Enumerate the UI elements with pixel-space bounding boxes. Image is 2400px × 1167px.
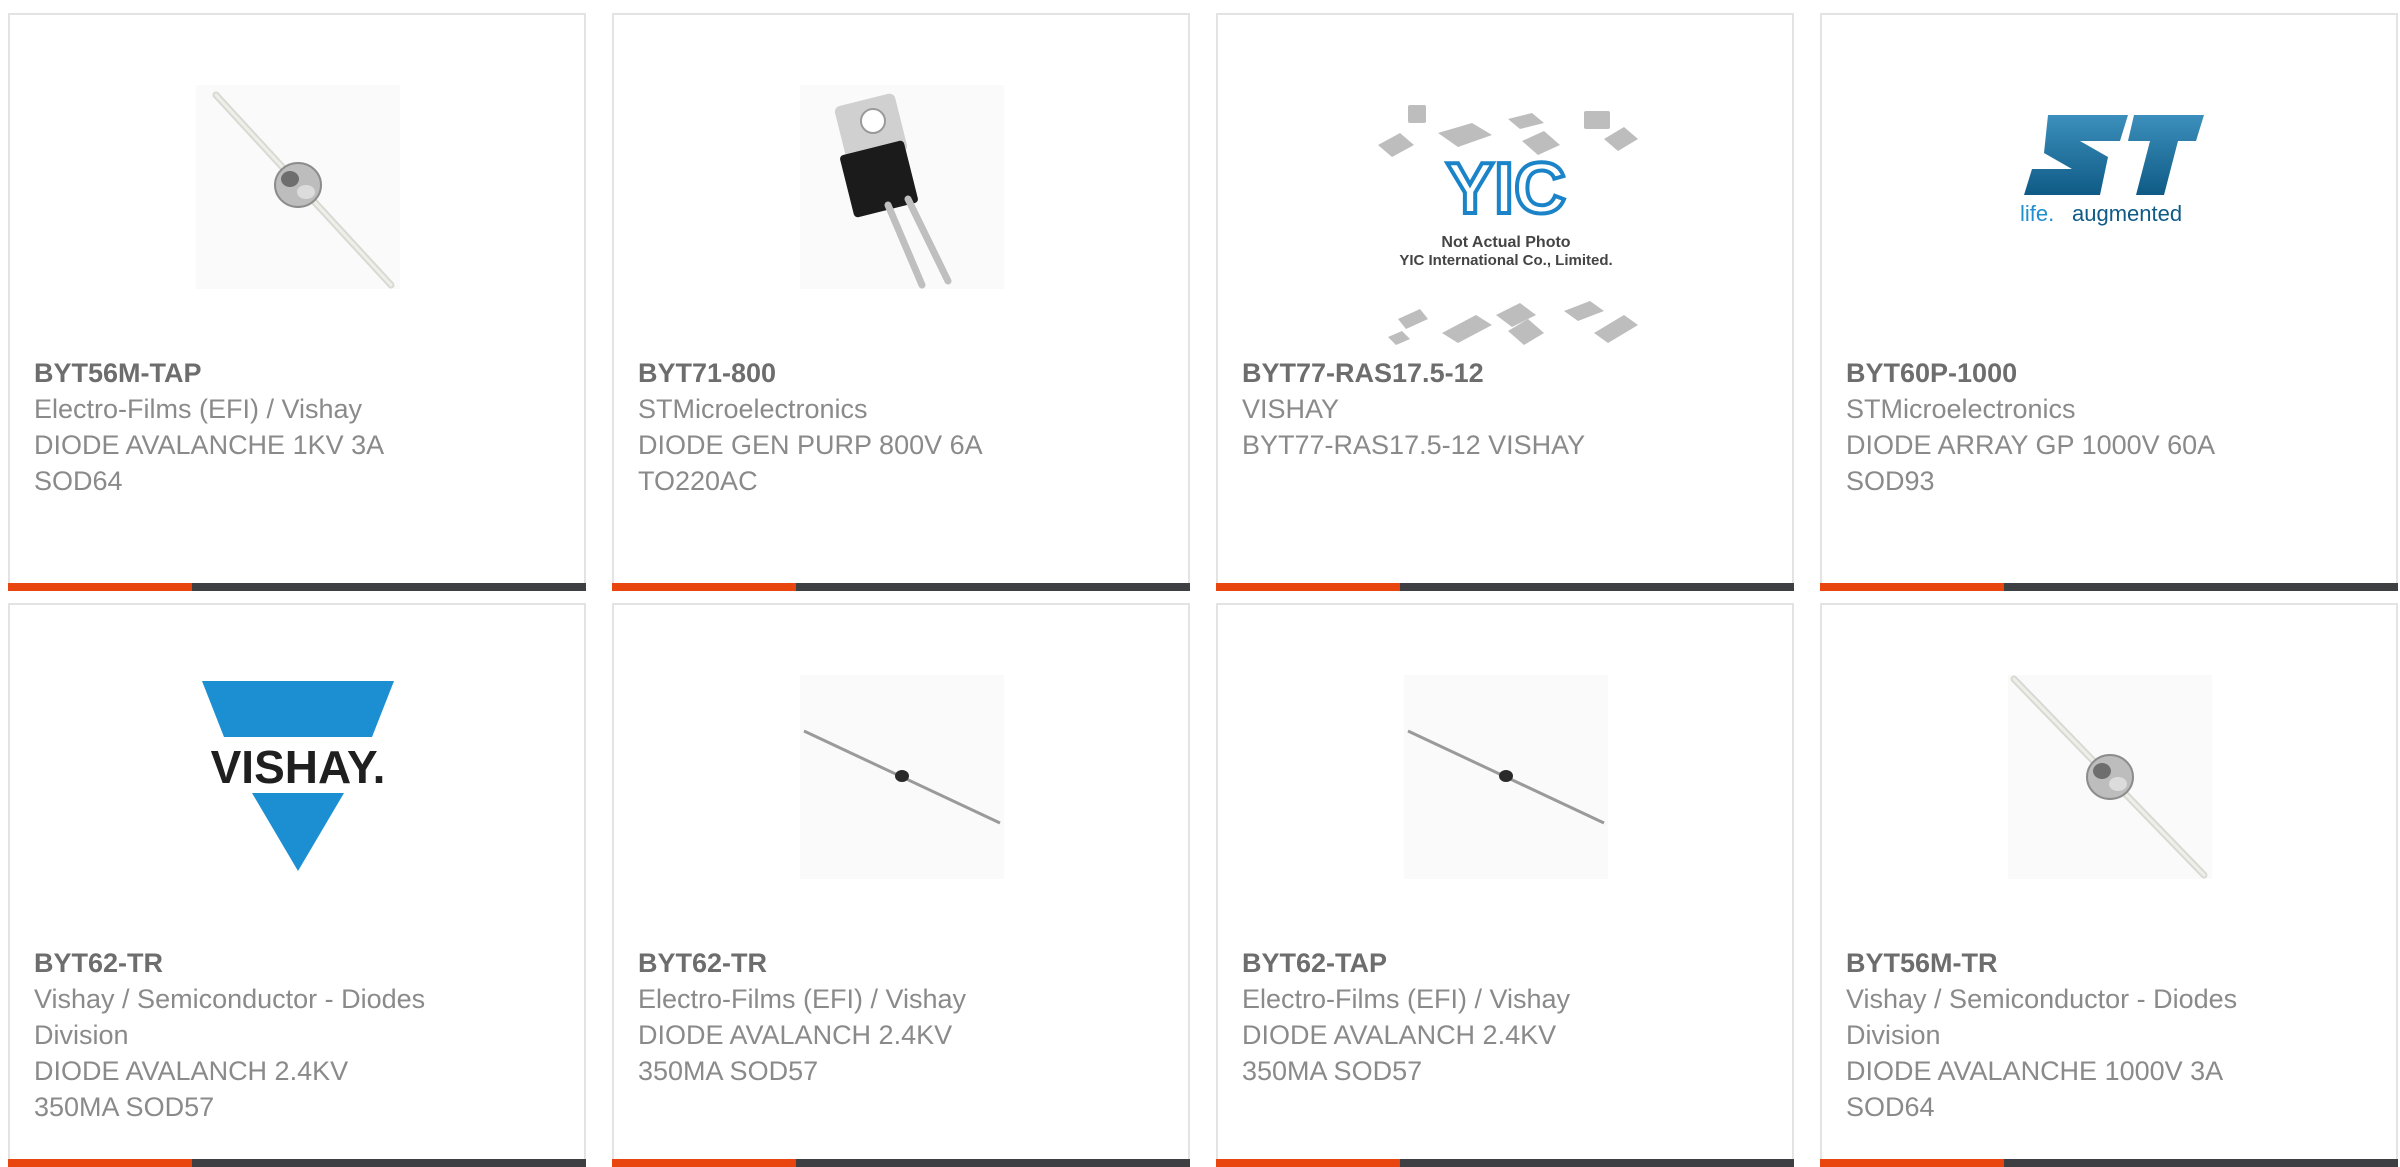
product-card[interactable]: BYT56M-TAP Electro-Films (EFI) / Vishay … xyxy=(8,13,586,591)
product-manufacturer: Division xyxy=(1846,1020,1941,1050)
card-accent-bar xyxy=(1216,1159,1400,1167)
yic-company-text: YIC International Co., Limited. xyxy=(1399,252,1612,269)
st-logo-icon: life. augmented xyxy=(2020,115,2204,226)
card-bottom-bar xyxy=(1216,583,1794,591)
product-manufacturer: Vishay / Semiconductor - Diodes xyxy=(34,984,426,1014)
product-image[interactable] xyxy=(2008,675,2212,879)
vishay-logo-icon: VISHAY. xyxy=(202,681,394,871)
card-bottom-bar xyxy=(612,583,1190,591)
product-image[interactable] xyxy=(800,675,1004,879)
st-tagline-prefix: life. xyxy=(2020,201,2054,226)
product-card[interactable]: BYT62-TR Electro-Films (EFI) / Vishay DI… xyxy=(612,603,1190,1167)
product-description: 350MA SOD57 xyxy=(638,1056,819,1086)
card-accent-bar xyxy=(612,583,796,591)
card-bottom-bar xyxy=(1820,583,2398,591)
axial-diode-sod64-icon xyxy=(212,91,395,289)
product-card[interactable]: BYT56M-TR Vishay / Semiconductor - Diode… xyxy=(1820,603,2398,1167)
product-image[interactable]: VISHAY. xyxy=(196,675,400,879)
product-description: 350MA SOD57 xyxy=(34,1092,215,1122)
card-accent-bar xyxy=(1820,1159,2004,1167)
product-part-number[interactable]: BYT71-800 xyxy=(638,355,1098,391)
product-description: DIODE AVALANCH 2.4KV xyxy=(638,1020,953,1050)
product-description: SOD93 xyxy=(1846,466,1935,496)
card-bottom-bar xyxy=(8,583,586,591)
product-manufacturer: Electro-Films (EFI) / Vishay xyxy=(638,984,967,1014)
product-manufacturer: Electro-Films (EFI) / Vishay xyxy=(1242,984,1571,1014)
product-grid: BYT56M-TAP Electro-Films (EFI) / Vishay … xyxy=(0,0,2400,1167)
product-manufacturer: VISHAY xyxy=(1242,394,1340,424)
product-description: SOD64 xyxy=(34,466,123,496)
product-image[interactable]: life. augmented xyxy=(2008,85,2212,289)
product-manufacturer: Electro-Films (EFI) / Vishay xyxy=(34,394,363,424)
card-accent-bar xyxy=(1216,583,1400,591)
product-description: DIODE AVALANCH 2.4KV xyxy=(34,1056,349,1086)
product-image[interactable] xyxy=(1404,675,1608,879)
product-card[interactable]: BYT62-TAP Electro-Films (EFI) / Vishay D… xyxy=(1216,603,1794,1167)
card-bottom-bar xyxy=(1820,1159,2398,1167)
not-actual-photo-text: Not Actual Photo xyxy=(1441,234,1570,251)
product-card[interactable]: BYT71-800 STMicroelectronics DIODE GEN P… xyxy=(612,13,1190,591)
product-description: DIODE AVALANCHE 1KV 3A xyxy=(34,430,385,460)
to220-package-icon xyxy=(834,93,952,289)
product-manufacturer: Vishay / Semiconductor - Diodes xyxy=(1846,984,2238,1014)
product-part-number[interactable]: BYT62-TAP xyxy=(1242,945,1702,981)
product-description: SOD64 xyxy=(1846,1092,1935,1122)
product-card[interactable]: life. augmented BYT60P-1000 STMicroelect… xyxy=(1820,13,2398,591)
product-part-number[interactable]: BYT77-RAS17.5-12 xyxy=(1242,355,1702,391)
product-image[interactable] xyxy=(800,85,1004,289)
st-tagline-suffix: augmented xyxy=(2072,201,2182,226)
product-card[interactable]: YIC Not Actual Photo YIC International C… xyxy=(1216,13,1794,591)
product-part-number[interactable]: BYT56M-TR xyxy=(1846,945,2306,981)
product-part-number[interactable]: BYT62-TR xyxy=(638,945,1098,981)
vishay-logo-text: VISHAY. xyxy=(211,741,386,793)
card-accent-bar xyxy=(8,1159,192,1167)
card-accent-bar xyxy=(612,1159,796,1167)
product-image[interactable] xyxy=(196,85,400,289)
axial-diode-sod64-icon xyxy=(2010,675,2208,879)
yic-not-actual-photo-icon: YIC Not Actual Photo YIC International C… xyxy=(1378,105,1638,345)
product-part-number[interactable]: BYT62-TR xyxy=(34,945,494,981)
axial-diode-sod57-icon xyxy=(1407,729,1605,825)
card-accent-bar xyxy=(1820,583,2004,591)
product-manufacturer: Division xyxy=(34,1020,129,1050)
card-bottom-bar xyxy=(8,1159,586,1167)
product-description: DIODE GEN PURP 800V 6A xyxy=(638,430,983,460)
yic-logo-text: YIC xyxy=(1446,149,1566,229)
product-description: 350MA SOD57 xyxy=(1242,1056,1423,1086)
card-accent-bar xyxy=(8,583,192,591)
product-description: DIODE AVALANCHE 1000V 3A xyxy=(1846,1056,2224,1086)
product-card[interactable]: VISHAY. BYT62-TR Vishay / Semiconductor … xyxy=(8,603,586,1167)
product-image[interactable]: YIC Not Actual Photo YIC International C… xyxy=(1368,105,1644,355)
product-description: DIODE ARRAY GP 1000V 60A xyxy=(1846,430,2216,460)
product-description: DIODE AVALANCH 2.4KV xyxy=(1242,1020,1557,1050)
card-bottom-bar xyxy=(612,1159,1190,1167)
card-bottom-bar xyxy=(1216,1159,1794,1167)
axial-diode-sod57-icon xyxy=(803,729,1001,825)
product-description: TO220AC xyxy=(638,466,758,496)
product-manufacturer: STMicroelectronics xyxy=(638,394,868,424)
product-description: BYT77-RAS17.5-12 VISHAY xyxy=(1242,430,1586,460)
product-part-number[interactable]: BYT56M-TAP xyxy=(34,355,494,391)
product-part-number[interactable]: BYT60P-1000 xyxy=(1846,355,2306,391)
product-manufacturer: STMicroelectronics xyxy=(1846,394,2076,424)
